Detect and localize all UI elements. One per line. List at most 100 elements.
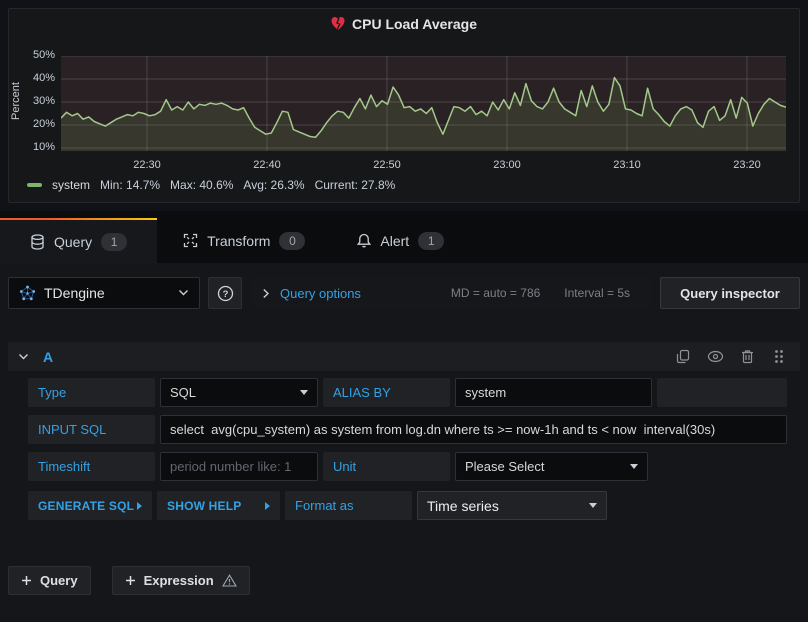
query-options-header[interactable]: Query options MD = auto = 786 Interval =…	[250, 277, 652, 309]
footer-actions: Query Expression	[8, 566, 250, 595]
caret-down-icon	[630, 464, 638, 469]
y-tick-label: 50%	[9, 49, 55, 61]
alias-by-label: ALIAS BY	[323, 378, 450, 407]
panel-header[interactable]: CPU Load Average	[9, 16, 799, 32]
cpu-load-chart	[61, 56, 786, 151]
panel-title: CPU Load Average	[352, 16, 477, 32]
unit-label: Unit	[323, 452, 450, 481]
unit-select-value: Please Select	[465, 459, 545, 474]
editor-tab-strip: Query 1 Transform 0 Alert	[0, 211, 808, 263]
legend-series-swatch[interactable]	[27, 183, 42, 187]
legend: system Min: 14.7% Max: 40.6% Avg: 26.3% …	[27, 178, 395, 192]
x-tick-label: 23:10	[602, 159, 652, 171]
legend-stat-avg: Avg: 26.3%	[243, 178, 304, 192]
add-expression-button[interactable]: Expression	[112, 566, 250, 595]
y-tick-label: 20%	[9, 118, 55, 130]
datasource-help-button[interactable]: ?	[208, 277, 242, 309]
tab-alert[interactable]: Alert 1	[331, 218, 470, 263]
query-editor-form: Type SQL ALIAS BY INPUT SQL Timeshift Un…	[28, 378, 787, 528]
y-tick-label: 30%	[9, 95, 55, 107]
datasource-name: TDengine	[44, 285, 170, 301]
tab-alert-label: Alert	[380, 233, 409, 249]
row-type: Type SQL ALIAS BY	[28, 378, 787, 407]
add-query-label: Query	[40, 573, 78, 588]
caret-down-icon	[300, 390, 308, 395]
chevron-right-icon	[262, 288, 270, 299]
format-as-select[interactable]: Time series	[417, 491, 607, 520]
show-help-label: SHOW HELP	[167, 499, 241, 513]
triangle-right-icon	[265, 502, 270, 510]
tab-alert-count-badge: 1	[418, 232, 444, 250]
y-tick-label: 10%	[9, 141, 55, 153]
bell-icon	[357, 233, 371, 248]
triangle-right-icon	[137, 502, 142, 510]
generate-sql-label: GENERATE SQL	[38, 499, 134, 513]
question-circle-icon: ?	[217, 285, 234, 302]
format-as-label: Format as	[285, 491, 412, 520]
tab-transform-count-badge: 0	[279, 232, 305, 250]
show-help-button[interactable]: SHOW HELP	[157, 491, 280, 520]
chart-plot-area[interactable]	[61, 56, 786, 151]
query-row-header[interactable]: A	[8, 342, 800, 371]
unit-select[interactable]: Please Select	[455, 452, 648, 481]
format-as-value: Time series	[427, 498, 499, 514]
type-select-value: SQL	[170, 385, 196, 400]
type-label: Type	[28, 378, 155, 407]
query-actions	[672, 346, 790, 368]
timeshift-input[interactable]	[160, 452, 318, 481]
chevron-down-icon	[178, 289, 189, 297]
legend-stat-current: Current: 27.8%	[315, 178, 396, 192]
query-inspector-button[interactable]: Query inspector	[660, 277, 800, 309]
query-tab-content: TDengine ? Query options MD = auto = 786	[0, 263, 808, 622]
legend-stat-max: Max: 40.6%	[170, 178, 233, 192]
query-options-label: Query options	[280, 286, 361, 301]
database-icon	[30, 234, 45, 250]
type-select[interactable]: SQL	[160, 378, 318, 407]
tab-transform-label: Transform	[207, 233, 270, 249]
tdengine-logo-icon	[19, 285, 36, 302]
transform-icon	[183, 233, 198, 248]
row-format: GENERATE SQL SHOW HELP Format as Time se…	[28, 491, 787, 520]
x-tick-label: 22:40	[242, 159, 292, 171]
plus-icon	[125, 575, 136, 586]
interval-summary: Interval = 5s	[564, 286, 630, 300]
warning-triangle-icon	[222, 574, 237, 587]
tab-transform[interactable]: Transform 0	[157, 218, 331, 263]
input-sql-label: INPUT SQL	[28, 415, 155, 444]
query-options-summary: MD = auto = 786 Interval = 5s	[451, 286, 640, 300]
row-input-sql: INPUT SQL	[28, 415, 787, 444]
query-ref-id: A	[43, 349, 53, 365]
max-data-points-summary: MD = auto = 786	[451, 286, 540, 300]
legend-stat-min: Min: 14.7%	[100, 178, 160, 192]
hide-query-button[interactable]	[704, 346, 726, 368]
cpu-load-panel: CPU Load Average Percent 50%40%30%20%10%…	[8, 8, 800, 203]
row-filler	[657, 378, 787, 407]
tab-query[interactable]: Query 1	[0, 218, 157, 263]
x-tick-label: 23:00	[482, 159, 532, 171]
svg-text:?: ?	[222, 289, 228, 300]
x-tick-label: 22:50	[362, 159, 412, 171]
duplicate-query-button[interactable]	[672, 346, 694, 368]
delete-query-button[interactable]	[736, 346, 758, 368]
generate-sql-button[interactable]: GENERATE SQL	[28, 491, 152, 520]
timeshift-label: Timeshift	[28, 452, 155, 481]
alert-heart-break-icon	[331, 17, 345, 31]
caret-down-icon	[589, 503, 597, 508]
x-tick-label: 23:20	[722, 159, 772, 171]
row-timeshift: Timeshift Unit Please Select	[28, 452, 787, 481]
legend-series-name[interactable]: system	[52, 178, 90, 192]
tab-query-count-badge: 1	[101, 233, 127, 251]
add-query-button[interactable]: Query	[8, 566, 91, 595]
input-sql-input[interactable]	[160, 415, 787, 444]
datasource-row: TDengine ? Query options MD = auto = 786	[8, 277, 800, 309]
collapse-chevron-icon	[18, 353, 29, 361]
alias-by-input[interactable]	[455, 378, 652, 407]
tab-query-label: Query	[54, 234, 92, 250]
grafana-panel-editor: CPU Load Average Percent 50%40%30%20%10%…	[0, 0, 808, 622]
add-expression-label: Expression	[144, 573, 214, 588]
plus-icon	[21, 575, 32, 586]
datasource-picker[interactable]: TDengine	[8, 277, 200, 309]
x-tick-label: 22:30	[122, 159, 172, 171]
drag-handle[interactable]	[768, 346, 790, 368]
y-tick-label: 40%	[9, 72, 55, 84]
